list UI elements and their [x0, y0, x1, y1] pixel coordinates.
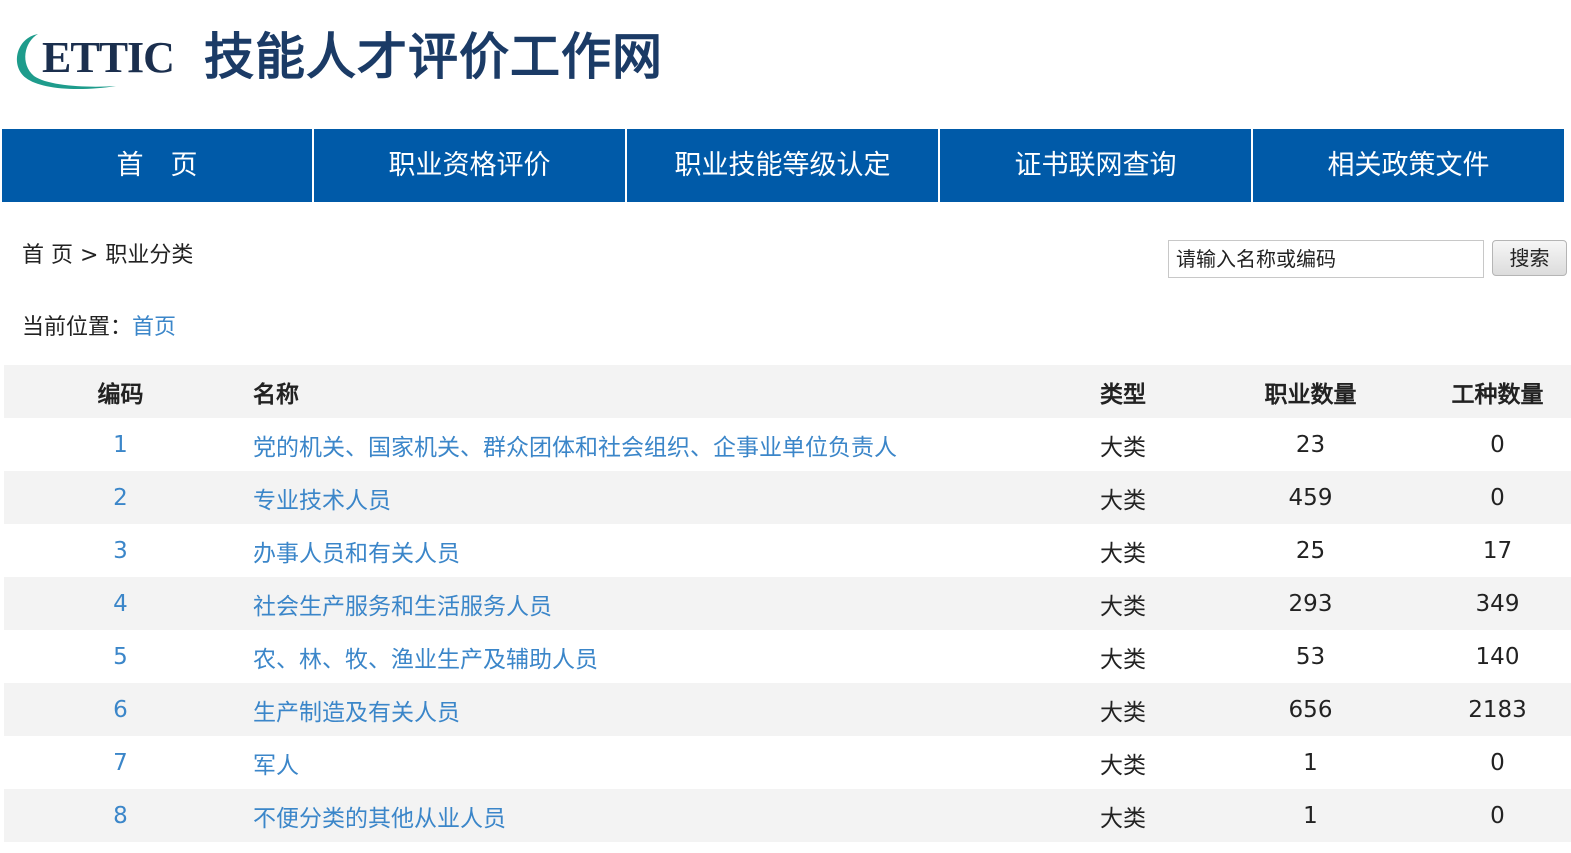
row-type: 大类: [1100, 805, 1146, 832]
row-type: 大类: [1100, 434, 1146, 461]
row-code-link[interactable]: 3: [4, 524, 237, 577]
nav-item-skill-level-certification[interactable]: 职业技能等级认定: [627, 129, 938, 202]
table-row: 1 党的机关、国家机关、群众团体和社会组织、企事业单位负责人 大类 23 0: [4, 418, 1571, 471]
header-occupation-count: 职业数量: [1223, 365, 1398, 418]
row-work-type-count: 140: [1475, 643, 1520, 670]
row-type: 大类: [1100, 540, 1146, 567]
table-row: 7 军人 大类 1 0: [4, 736, 1571, 789]
row-work-type-count: 349: [1475, 590, 1520, 617]
row-name-link[interactable]: 生产制造及有关人员: [237, 683, 1023, 736]
header-code: 编码: [4, 365, 237, 418]
nav-item-certificate-query[interactable]: 证书联网查询: [940, 129, 1251, 202]
row-name-link[interactable]: 不便分类的其他从业人员: [237, 789, 1023, 842]
row-code-link[interactable]: 2: [4, 471, 237, 524]
row-work-type-count: 2183: [1468, 696, 1527, 723]
table-row: 6 生产制造及有关人员 大类 656 2183: [4, 683, 1571, 736]
row-name-link[interactable]: 军人: [237, 736, 1023, 789]
row-name-link[interactable]: 社会生产服务和生活服务人员: [237, 577, 1023, 630]
position-label: 当前位置：: [22, 315, 133, 340]
table-row: 2 专业技术人员 大类 459 0: [4, 471, 1571, 524]
site-header: ETTIC 技能人才评价工作网: [0, 0, 1571, 129]
row-code-link[interactable]: 8: [4, 789, 237, 842]
table-row: 4 社会生产服务和生活服务人员 大类 293 349: [4, 577, 1571, 630]
row-code-link[interactable]: 4: [4, 577, 237, 630]
ettic-logo[interactable]: ETTIC: [8, 26, 178, 96]
row-code-link[interactable]: 7: [4, 736, 237, 789]
row-work-type-count: 0: [1490, 431, 1505, 458]
table-row: 8 不便分类的其他从业人员 大类 1 0: [4, 789, 1571, 842]
logo-text: ETTIC: [42, 33, 174, 82]
nav-item-qualification-evaluation[interactable]: 职业资格评价: [314, 129, 625, 202]
search-input[interactable]: 请输入名称或编码: [1168, 240, 1484, 278]
row-occupation-count: 293: [1288, 590, 1333, 617]
row-type: 大类: [1100, 646, 1146, 673]
site-title: 技能人才评价工作网: [204, 28, 663, 86]
row-code-link[interactable]: 6: [4, 683, 237, 736]
row-occupation-count: 1: [1303, 802, 1318, 829]
header-type: 类型: [1023, 365, 1223, 418]
table-header-row: 编码 名称 类型 职业数量 工种数量: [4, 365, 1571, 418]
row-occupation-count: 459: [1288, 484, 1333, 511]
row-work-type-count: 0: [1490, 484, 1505, 511]
position-home-link[interactable]: 首页: [132, 315, 176, 340]
row-occupation-count: 1: [1303, 749, 1318, 776]
row-code-link[interactable]: 5: [4, 630, 237, 683]
row-occupation-count: 656: [1288, 696, 1333, 723]
row-name-link[interactable]: 专业技术人员: [237, 471, 1023, 524]
header-name: 名称: [237, 365, 1023, 418]
row-occupation-count: 25: [1295, 537, 1326, 564]
header-work-type-count: 工种数量: [1398, 365, 1571, 418]
row-work-type-count: 0: [1490, 802, 1505, 829]
occupation-category-table: 编码 名称 类型 职业数量 工种数量 1 党的机关、国家机关、群众团体和社会组织…: [4, 365, 1571, 842]
search-button[interactable]: 搜索: [1492, 240, 1567, 276]
row-type: 大类: [1100, 593, 1146, 620]
breadcrumb: 首 页 > 职业分类: [22, 243, 194, 268]
row-work-type-count: 0: [1490, 749, 1505, 776]
table-row: 3 办事人员和有关人员 大类 25 17: [4, 524, 1571, 577]
row-type: 大类: [1100, 752, 1146, 779]
row-occupation-count: 23: [1295, 431, 1326, 458]
row-type: 大类: [1100, 699, 1146, 726]
row-name-link[interactable]: 办事人员和有关人员: [237, 524, 1023, 577]
row-work-type-count: 17: [1482, 537, 1513, 564]
current-position: 当前位置：首页: [22, 312, 176, 344]
row-type: 大类: [1100, 487, 1146, 514]
row-occupation-count: 53: [1295, 643, 1326, 670]
nav-item-policy-documents[interactable]: 相关政策文件: [1253, 129, 1564, 202]
table-row: 5 农、林、牧、渔业生产及辅助人员 大类 53 140: [4, 630, 1571, 683]
row-name-link[interactable]: 农、林、牧、渔业生产及辅助人员: [237, 630, 1023, 683]
main-nav: 首 页 职业资格评价 职业技能等级认定 证书联网查询 相关政策文件: [0, 129, 1571, 202]
nav-item-home[interactable]: 首 页: [2, 129, 312, 202]
row-code-link[interactable]: 1: [4, 418, 237, 471]
row-name-link[interactable]: 党的机关、国家机关、群众团体和社会组织、企事业单位负责人: [237, 418, 1023, 471]
